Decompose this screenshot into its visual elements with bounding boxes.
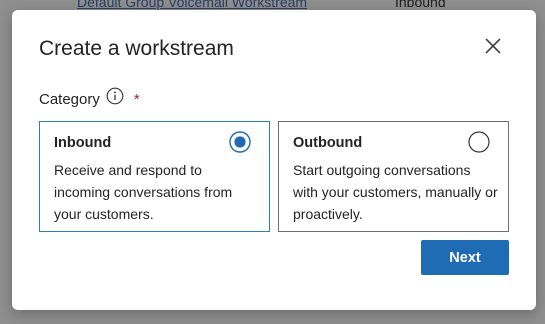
close-icon — [485, 38, 501, 54]
background-workstream-link[interactable]: Default Group Voicemail Workstream — [77, 0, 307, 10]
info-icon[interactable] — [106, 87, 124, 105]
background-direction-cell: Inbound — [395, 0, 446, 10]
radio-unselected-icon — [468, 131, 490, 153]
create-workstream-dialog: Create a workstream Category * Inbound R… — [12, 10, 536, 310]
outbound-option-title: Outbound — [293, 135, 363, 151]
outbound-option-description: Start outgoing conversations with your c… — [293, 162, 498, 222]
close-button[interactable] — [478, 31, 508, 61]
radio-selected-icon — [229, 131, 251, 153]
outbound-option-card[interactable]: Outbound Start outgoing conversations wi… — [278, 121, 509, 232]
category-field-label: Category * — [39, 87, 140, 110]
dialog-title: Create a workstream — [39, 37, 234, 60]
next-button[interactable]: Next — [421, 240, 509, 275]
category-label: Category — [39, 90, 100, 108]
inbound-option-title: Inbound — [54, 135, 112, 151]
inbound-option-card[interactable]: Inbound Receive and respond to incoming … — [39, 121, 270, 232]
required-indicator: * — [133, 90, 140, 108]
inbound-option-description: Receive and respond to incoming conversa… — [54, 162, 233, 222]
outbound-radio[interactable] — [468, 131, 490, 153]
inbound-radio[interactable] — [229, 131, 251, 153]
